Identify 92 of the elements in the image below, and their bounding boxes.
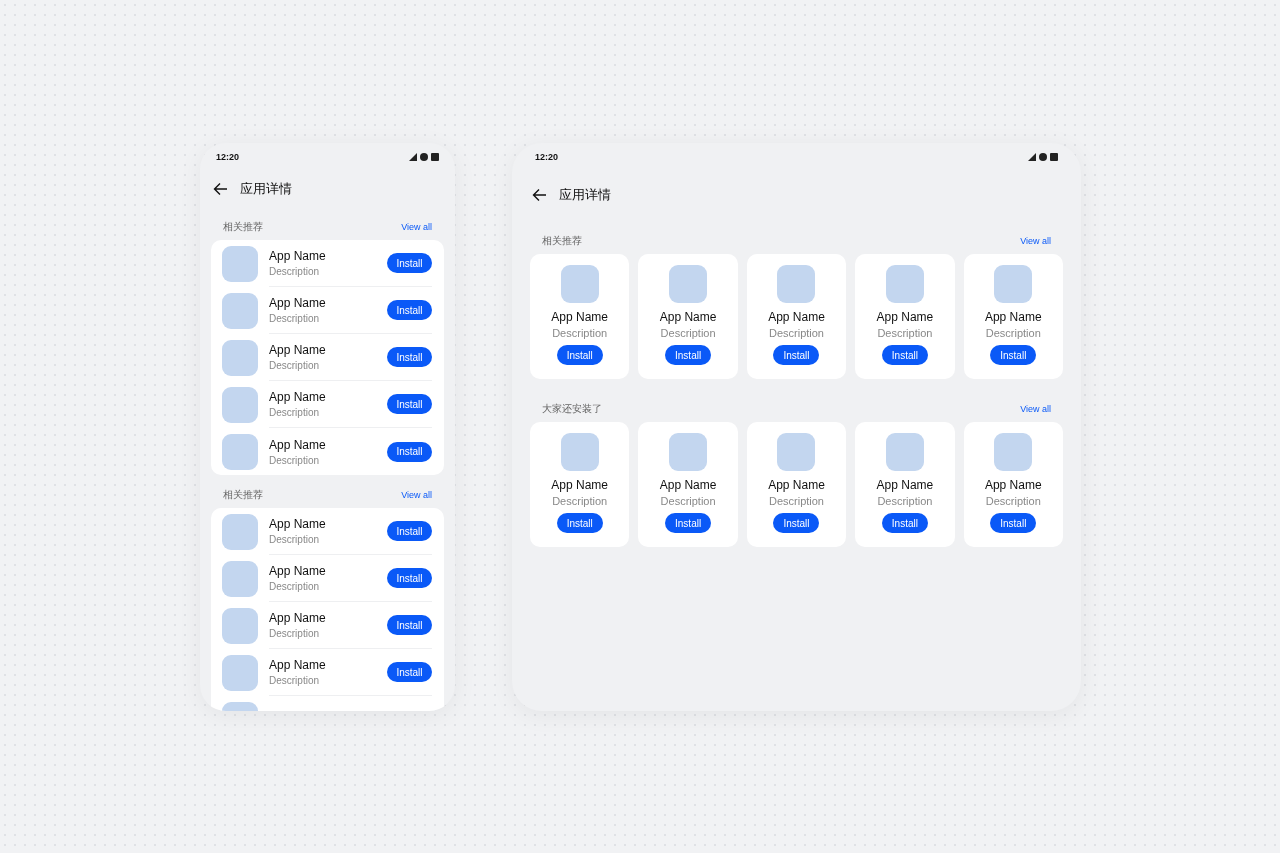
app-description: Description xyxy=(269,581,321,592)
app-icon xyxy=(222,560,258,597)
app-description: Description xyxy=(660,495,716,507)
back-arrow-icon[interactable] xyxy=(532,188,547,202)
install-button[interactable]: Install xyxy=(990,345,1037,365)
app-description: Description xyxy=(269,534,321,545)
app-name: App Name xyxy=(876,478,934,492)
app-name: App Name xyxy=(876,310,934,324)
install-button[interactable]: Install xyxy=(387,347,432,367)
app-description: Description xyxy=(269,407,321,418)
app-icon xyxy=(669,433,708,471)
install-button[interactable]: Install xyxy=(556,513,603,533)
app-description: Description xyxy=(269,360,321,371)
app-name: App Name xyxy=(551,478,609,492)
install-button[interactable]: Install xyxy=(387,662,432,682)
app-name: App Name xyxy=(269,296,326,310)
app-name: App Name xyxy=(659,478,717,492)
app-icon xyxy=(222,433,258,470)
install-button[interactable]: Install xyxy=(387,521,432,541)
app-name: App Name xyxy=(269,343,326,357)
page-title: 应用详情 xyxy=(240,180,292,198)
install-button[interactable]: Install xyxy=(387,253,432,273)
status-time: 12:20 xyxy=(216,152,240,162)
signal-icon xyxy=(409,153,417,161)
install-button[interactable]: Install xyxy=(556,345,603,365)
page-title: 应用详情 xyxy=(559,186,611,204)
app-name: App Name xyxy=(984,478,1042,492)
app-icon xyxy=(222,292,258,329)
app-name: App Name xyxy=(984,310,1042,324)
install-button[interactable]: Install xyxy=(387,300,432,320)
app-icon xyxy=(885,265,924,303)
app-name: App Name xyxy=(269,611,326,625)
app-name: App Name xyxy=(659,310,717,324)
signal-icon xyxy=(1028,153,1036,161)
app-description: Description xyxy=(269,454,321,466)
view-all-link[interactable]: View all xyxy=(401,222,432,232)
app-icon xyxy=(222,245,258,282)
app-name: App Name xyxy=(269,249,326,263)
app-description: Description xyxy=(985,327,1041,339)
install-button[interactable]: Install xyxy=(387,394,432,414)
app-description: Description xyxy=(552,495,608,507)
app-icon xyxy=(560,265,599,303)
app-name: App Name xyxy=(551,310,609,324)
app-description: Description xyxy=(768,495,824,507)
view-all-link[interactable]: View all xyxy=(1020,236,1051,246)
app-description: Description xyxy=(552,327,608,339)
app-description: Description xyxy=(877,327,933,339)
install-button[interactable]: Install xyxy=(881,345,928,365)
app-icon xyxy=(222,654,258,691)
app-description: Description xyxy=(768,327,824,339)
app-name: App Name xyxy=(269,390,326,404)
app-icon xyxy=(222,513,258,550)
app-icon xyxy=(994,265,1033,303)
app-description: Description xyxy=(269,313,321,324)
app-description: Description xyxy=(877,495,933,507)
app-description: Description xyxy=(269,675,321,686)
app-icon xyxy=(222,339,258,376)
install-button[interactable]: Install xyxy=(387,615,432,635)
section-title: 大家还安装了 xyxy=(542,402,602,416)
install-button[interactable]: Install xyxy=(990,513,1037,533)
install-button[interactable]: Install xyxy=(773,345,820,365)
app-icon xyxy=(885,433,924,471)
install-button[interactable]: Install xyxy=(665,513,712,533)
status-time: 12:20 xyxy=(535,152,559,162)
section-title: 相关推荐 xyxy=(223,488,263,502)
app-description: Description xyxy=(985,495,1041,507)
app-name: App Name xyxy=(269,437,326,452)
install-button[interactable]: Install xyxy=(387,441,432,462)
install-button[interactable]: Install xyxy=(665,345,712,365)
section-title: 相关推荐 xyxy=(542,234,582,248)
app-icon xyxy=(994,433,1033,471)
app-icon xyxy=(777,433,816,471)
app-description: Description xyxy=(269,266,321,277)
app-description: Description xyxy=(269,628,321,639)
app-name: App Name xyxy=(269,658,326,672)
app-icon xyxy=(560,433,599,471)
app-icon xyxy=(222,607,258,644)
install-button[interactable]: Install xyxy=(387,568,432,588)
app-name: App Name xyxy=(269,517,326,531)
app-description: Description xyxy=(660,327,716,339)
app-name: App Name xyxy=(768,310,825,324)
install-button[interactable]: Install xyxy=(881,513,928,533)
view-all-link[interactable]: View all xyxy=(401,490,432,500)
section-title: 相关推荐 xyxy=(223,220,263,234)
app-icon xyxy=(222,386,258,423)
app-icon xyxy=(669,265,708,303)
app-name: App Name xyxy=(269,564,326,578)
view-all-link[interactable]: View all xyxy=(1020,404,1051,414)
app-icon xyxy=(777,265,816,303)
app-name: App Name xyxy=(768,478,825,492)
install-button[interactable]: Install xyxy=(773,513,820,533)
back-arrow-icon[interactable] xyxy=(213,182,228,196)
